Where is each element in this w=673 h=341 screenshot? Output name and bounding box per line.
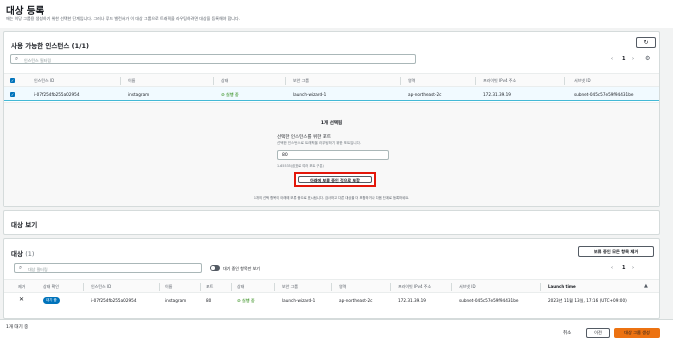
col-private-ip[interactable]: 프라이빗 IPv4 주소 (483, 78, 516, 84)
selected-count: 1개 선택됨 (320, 121, 343, 126)
instance-search-input[interactable]: ⌕ 인스턴스 필터링 (10, 54, 416, 64)
available-instances-panel: 사용 가능한 인스턴스 (1/1) ↻ ⌕ 인스턴스 필터링 ‹ 1 › ⚙ ✓… (3, 31, 660, 207)
review-targets-panel: 대상 보기 (3, 210, 660, 235)
search-icon: ⌕ (19, 265, 23, 271)
col-security-group[interactable]: 보안 그룹 (293, 78, 309, 84)
col-zone[interactable]: 영역 (408, 78, 415, 84)
cell-security-group: launch-wizard-1 (282, 298, 316, 303)
pager-next-button[interactable]: › (632, 265, 634, 271)
port-help: 선택한 인스턴스로 트래픽을 라우팅하기 위한 포트입니다. (277, 141, 361, 145)
col-instance-id[interactable]: 인스턴스 ID (91, 284, 111, 290)
pending-only-toggle[interactable] (210, 265, 220, 271)
cell-instance-id: i-07f254fb255a02954 (34, 91, 80, 97)
refresh-button[interactable]: ↻ (636, 37, 656, 48)
pager-prev-button[interactable]: ‹ (611, 265, 613, 271)
pending-count: 1개 대기 중 (6, 325, 29, 330)
targets-table-header: 제거 상태 확인 인스턴스 ID 이름 포트 상태 보안 그룹 영역 프라이빗 … (4, 279, 659, 293)
col-health[interactable]: 상태 확인 (43, 284, 59, 290)
col-instance-id[interactable]: 인스턴스 ID (34, 78, 54, 84)
create-target-group-button[interactable]: 대상 그룹 생성 (614, 328, 660, 338)
page-header: 대상 등록 애는 이당 그룹용 생성하기 위한 선택한 단계입니다. 그러나 루… (0, 0, 673, 28)
col-name[interactable]: 이름 (165, 284, 172, 290)
targets-panel: 대상 (1) 보류 중인 모든 항목 제거 ⌕ 대상 필터링 대기 중인 항목만… (3, 238, 660, 319)
cell-zone: ap-northeast-2c (339, 298, 373, 303)
cell-state: ⊘ 실행 중 (237, 298, 255, 303)
include-as-pending-label: 아래에 보류 중인 것으로 포함 (298, 176, 372, 183)
page-footer: 1개 대기 중 취소 이전 대상 그룹 생성 (0, 319, 673, 341)
col-zone[interactable]: 영역 (339, 284, 346, 290)
cell-subnet-id: subnet-045c57e59f94431be (459, 298, 519, 303)
pager-next-button[interactable]: › (632, 56, 634, 62)
available-table-header: ✓ 인스턴스 ID 이름 상태 보안 그룹 영역 프라이빗 IPv4 주소 서브… (4, 73, 659, 87)
table-row[interactable]: ✓ i-07f254fb255a02954 instagram ⊘ 실행 중 l… (4, 87, 659, 101)
cancel-button[interactable]: 취소 (563, 330, 571, 336)
close-icon[interactable]: ✕ (19, 296, 24, 303)
cell-port: 80 (206, 298, 212, 303)
row-checkbox[interactable]: ✓ (10, 91, 15, 97)
pager-prev-button[interactable]: ‹ (611, 56, 613, 62)
col-security-group[interactable]: 보안 그룹 (282, 284, 298, 290)
search-placeholder: 인스턴스 필터링 (24, 57, 52, 63)
port-input[interactable]: 80 (277, 150, 389, 160)
selection-note: 1개의 선택 항목이 아래에 보류 중으로 표시됩니다. 검사하고 다른 대상을… (253, 196, 410, 200)
cell-private-ip: 172.31.39.19 (483, 91, 511, 97)
cell-name: instagram (165, 298, 187, 303)
pager-page-number[interactable]: 1 (622, 265, 625, 271)
cell-state: ⊘ 실행 중 (221, 91, 239, 97)
col-subnet-id[interactable]: 서브넷 ID (459, 284, 476, 290)
cell-launch-time: 2023년 11월 13일, 17:16 (UTC+09:00) (548, 298, 627, 303)
select-all-checkbox[interactable]: ✓ (10, 78, 15, 83)
search-placeholder: 대상 필터링 (28, 266, 48, 272)
include-as-pending-button[interactable]: 아래에 보류 중인 것으로 포함 (294, 172, 376, 187)
col-state[interactable]: 상태 (237, 284, 244, 290)
remove-all-pending-button[interactable]: 보류 중인 모든 항목 제거 (578, 246, 654, 257)
review-targets-title: 대상 보기 (11, 221, 38, 229)
col-private-ip[interactable]: 프라이빗 IPv4 주소 (398, 284, 431, 290)
sort-up-icon[interactable]: ▲ (644, 283, 648, 289)
target-search-input[interactable]: ⌕ 대상 필터링 (14, 263, 202, 273)
gear-icon[interactable]: ⚙ (645, 55, 650, 62)
cell-name: instagram (128, 91, 150, 97)
table-row: ✕ 대기 중 i-07f254fb255a02954 instagram 80 … (4, 293, 659, 309)
col-subnet-id[interactable]: 서브넷 ID (574, 78, 591, 84)
previous-button[interactable]: 이전 (586, 328, 610, 338)
refresh-icon: ↻ (643, 39, 649, 46)
cell-instance-id: i-07f254fb255a02954 (91, 298, 137, 303)
pending-badge: 대기 중 (43, 297, 60, 304)
pager-page-number[interactable]: 1 (622, 56, 625, 62)
page-title: 대상 등록 (6, 6, 45, 17)
cell-subnet-id: subnet-045c57e59f94431be (574, 91, 634, 97)
col-name[interactable]: 이름 (128, 78, 135, 84)
page-description: 애는 이당 그룹용 생성하기 위한 선택한 단계입니다. 그러나 루드 밸런서가… (6, 16, 240, 21)
cell-private-ip: 172.31.39.19 (398, 298, 426, 303)
cell-security-group: launch-wizard-1 (293, 91, 327, 97)
pending-only-label: 대기 중인 항목만 보기 (223, 265, 260, 271)
col-launch-time[interactable]: Launch time (548, 284, 576, 289)
port-label: 선택한 인스턴스를 위한 포트 (277, 135, 331, 140)
col-port[interactable]: 포트 (206, 284, 213, 290)
targets-title: 대상 (1) (11, 250, 35, 258)
cell-zone: ap-northeast-2c (408, 91, 442, 97)
col-state[interactable]: 상태 (221, 78, 228, 84)
col-remove: 제거 (18, 284, 26, 289)
search-icon: ⌕ (15, 56, 19, 62)
available-instances-title: 사용 가능한 인스턴스 (1/1) (11, 42, 89, 50)
port-range-hint: 1-65535(쉼표로 여러 포트 구분) (277, 164, 324, 168)
